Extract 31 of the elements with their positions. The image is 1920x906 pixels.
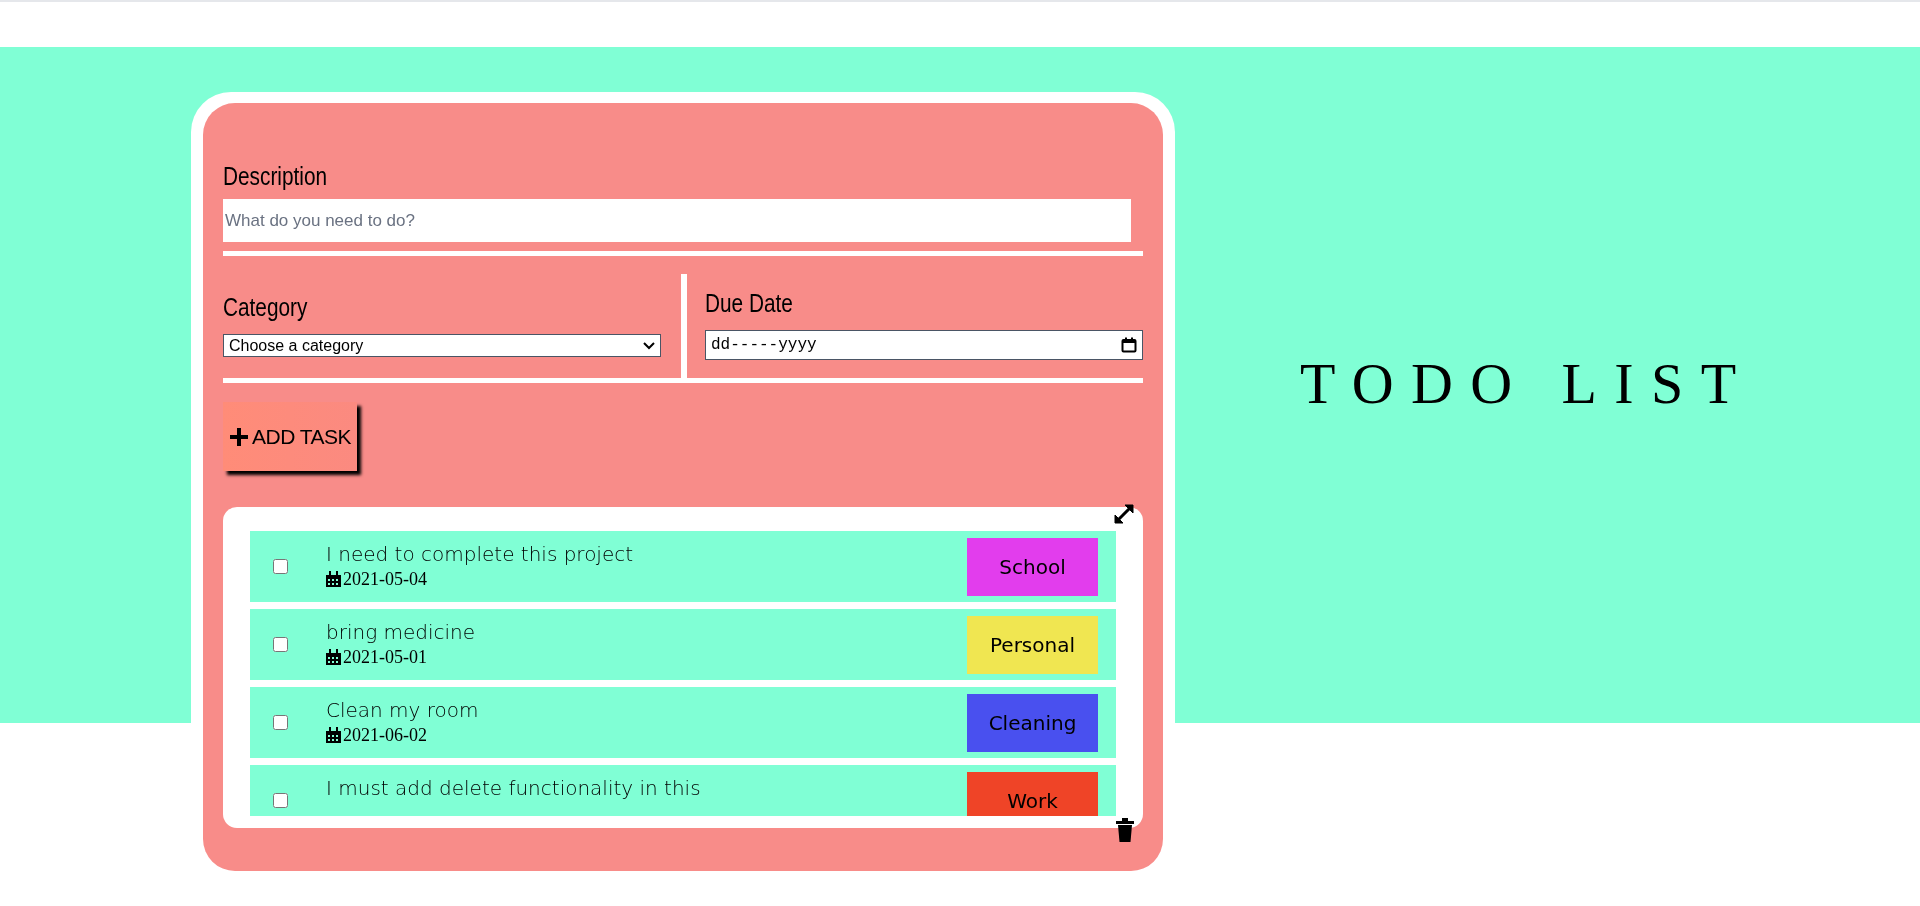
task-checkbox[interactable] <box>273 715 288 730</box>
calendar-icon <box>326 571 341 587</box>
add-task-button[interactable]: ADD TASK <box>223 402 357 471</box>
task-description: I must add delete functionality in this <box>326 775 702 801</box>
category-select[interactable]: Choose a category <box>223 334 661 357</box>
due-date-label: Due Date <box>705 290 794 316</box>
category-tag: Cleaning <box>967 694 1098 752</box>
due-date-field[interactable]: dd-----yyyy <box>705 330 1143 360</box>
expand-icon[interactable] <box>1113 503 1135 525</box>
trash-icon[interactable] <box>1115 818 1135 842</box>
description-label: Description <box>223 163 329 189</box>
task-due-date: 2021-05-01 <box>343 648 427 666</box>
task-checkbox[interactable] <box>273 559 288 574</box>
page-title: TODO LIST <box>1300 355 1754 413</box>
category-tag: Personal <box>967 616 1098 674</box>
task-checkbox[interactable] <box>273 637 288 652</box>
task-description: I need to complete this project <box>326 541 635 567</box>
category-label: Category <box>223 294 309 320</box>
calendar-icon <box>326 727 341 743</box>
category-tag: Work <box>967 772 1098 816</box>
description-field[interactable]: What do you need to do? <box>223 199 1131 242</box>
category-tag: School <box>967 538 1098 596</box>
calendar-icon <box>326 649 341 665</box>
chevron-down-icon <box>643 341 655 350</box>
task-checkbox[interactable] <box>273 793 288 808</box>
task-due-date: 2021-05-04 <box>343 570 427 588</box>
plus-icon <box>229 426 250 447</box>
calendar-icon <box>1121 337 1137 353</box>
task-description: bring medicine <box>326 619 477 645</box>
task-description: Clean my room <box>326 697 480 723</box>
task-due-date: 2021-06-02 <box>343 726 427 744</box>
